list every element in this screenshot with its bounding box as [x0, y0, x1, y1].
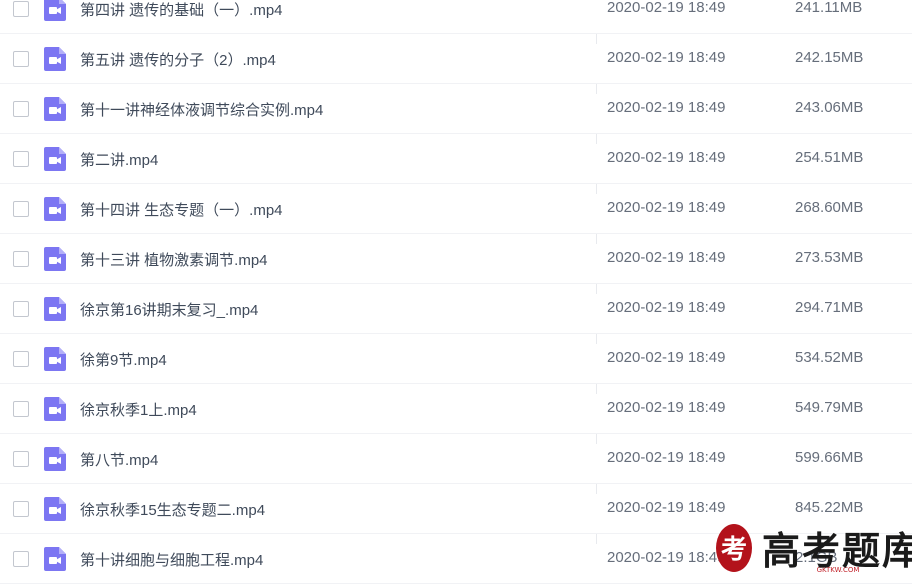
file-row[interactable]: 第八节.mp4 2020-02-19 18:49 599.66MB	[0, 434, 912, 484]
video-file-icon	[44, 47, 66, 71]
file-size: 268.60MB	[795, 199, 864, 216]
file-list: 第四讲 遗传的基础（一）.mp4 2020-02-19 18:49 241.11MB…	[0, 0, 912, 584]
video-file-icon	[44, 397, 66, 421]
column-divider	[596, 384, 597, 394]
file-date: 2020-02-19 18:49	[607, 499, 726, 516]
column-divider	[596, 234, 597, 244]
video-file-icon	[44, 547, 66, 571]
file-date: 2020-02-19 18:49	[607, 399, 726, 416]
file-name[interactable]: 第四讲 遗传的基础（一）.mp4	[80, 0, 283, 20]
column-divider	[596, 134, 597, 144]
video-file-icon	[44, 197, 66, 221]
file-name[interactable]: 第十讲细胞与细胞工程.mp4	[80, 549, 263, 570]
file-date: 2020-02-19 18:49	[607, 0, 726, 16]
watermark-text: 高考题库	[762, 528, 912, 573]
file-checkbox[interactable]	[13, 201, 29, 217]
file-date: 2020-02-19 18:49	[607, 349, 726, 366]
video-file-icon	[44, 447, 66, 471]
file-name[interactable]: 第五讲 遗传的分子（2）.mp4	[80, 49, 276, 70]
file-checkbox[interactable]	[13, 351, 29, 367]
file-size: 243.06MB	[795, 99, 864, 116]
file-date: 2020-02-19 18:49	[607, 199, 726, 216]
file-date: 2020-02-19 18:49	[607, 549, 726, 566]
file-row[interactable]: 徐京秋季1上.mp4 2020-02-19 18:49 549.79MB	[0, 384, 912, 434]
file-name[interactable]: 第十四讲 生态专题（一）.mp4	[80, 199, 283, 220]
file-checkbox[interactable]	[13, 51, 29, 67]
file-name[interactable]: 徐京第16讲期末复习_.mp4	[80, 299, 258, 320]
column-divider	[596, 434, 597, 444]
file-checkbox[interactable]	[13, 451, 29, 467]
column-divider	[596, 534, 597, 544]
file-row[interactable]: 第十四讲 生态专题（一）.mp4 2020-02-19 18:49 268.60MB	[0, 184, 912, 234]
file-row[interactable]: 第十一讲神经体液调节综合实例.mp4 2020-02-19 18:49 243.06…	[0, 84, 912, 134]
video-file-icon	[44, 247, 66, 271]
video-file-icon	[44, 347, 66, 371]
file-date: 2020-02-19 18:49	[607, 149, 726, 166]
file-row[interactable]: 第十三讲 植物激素调节.mp4 2020-02-19 18:49 273.53MB	[0, 234, 912, 284]
column-divider	[596, 184, 597, 194]
file-checkbox[interactable]	[13, 301, 29, 317]
file-checkbox[interactable]	[13, 1, 29, 17]
file-row[interactable]: 第五讲 遗传的分子（2）.mp4 2020-02-19 18:49 242.15MB	[0, 34, 912, 84]
file-size: 599.66MB	[795, 449, 864, 466]
file-date: 2020-02-19 18:49	[607, 49, 726, 66]
video-file-icon	[44, 97, 66, 121]
file-checkbox[interactable]	[13, 401, 29, 417]
column-divider	[596, 34, 597, 44]
file-name[interactable]: 徐京秋季1上.mp4	[80, 399, 197, 420]
file-date: 2020-02-19 18:49	[607, 99, 726, 116]
file-date: 2020-02-19 18:49	[607, 449, 726, 466]
file-checkbox[interactable]	[13, 151, 29, 167]
file-size: 254.51MB	[795, 149, 864, 166]
file-size: 534.52MB	[795, 349, 864, 366]
file-checkbox[interactable]	[13, 551, 29, 567]
file-date: 2020-02-19 18:49	[607, 299, 726, 316]
video-file-icon	[44, 147, 66, 171]
file-checkbox[interactable]	[13, 251, 29, 267]
file-name[interactable]: 徐第9节.mp4	[80, 349, 167, 370]
file-date: 2020-02-19 18:49	[607, 249, 726, 266]
video-file-icon	[44, 497, 66, 521]
video-file-icon	[44, 297, 66, 321]
file-size: 241.11MB	[795, 0, 863, 16]
file-row[interactable]: 徐京第16讲期末复习_.mp4 2020-02-19 18:49 294.71MB	[0, 284, 912, 334]
file-checkbox[interactable]	[13, 501, 29, 517]
file-row[interactable]: 第四讲 遗传的基础（一）.mp4 2020-02-19 18:49 241.11MB	[0, 0, 912, 34]
file-checkbox[interactable]	[13, 101, 29, 117]
video-file-icon	[44, 0, 66, 21]
file-row[interactable]: 徐第9节.mp4 2020-02-19 18:49 534.52MB	[0, 334, 912, 384]
column-divider	[596, 284, 597, 294]
watermark-logo: 考 GKTKW.COM 高考题库	[712, 514, 912, 576]
file-size: 242.15MB	[795, 49, 864, 66]
file-size: 549.79MB	[795, 399, 864, 416]
file-name[interactable]: 第八节.mp4	[80, 449, 158, 470]
column-divider	[596, 484, 597, 494]
file-size: 294.71MB	[795, 299, 864, 316]
file-name[interactable]: 徐京秋季15生态专题二.mp4	[80, 499, 265, 520]
file-name[interactable]: 第十一讲神经体液调节综合实例.mp4	[80, 99, 323, 120]
column-divider	[596, 334, 597, 344]
file-row[interactable]: 第二讲.mp4 2020-02-19 18:49 254.51MB	[0, 134, 912, 184]
file-name[interactable]: 第二讲.mp4	[80, 149, 158, 170]
file-name[interactable]: 第十三讲 植物激素调节.mp4	[80, 249, 268, 270]
column-divider	[596, 84, 597, 94]
svg-text:考: 考	[721, 535, 747, 565]
file-size: 273.53MB	[795, 249, 864, 266]
